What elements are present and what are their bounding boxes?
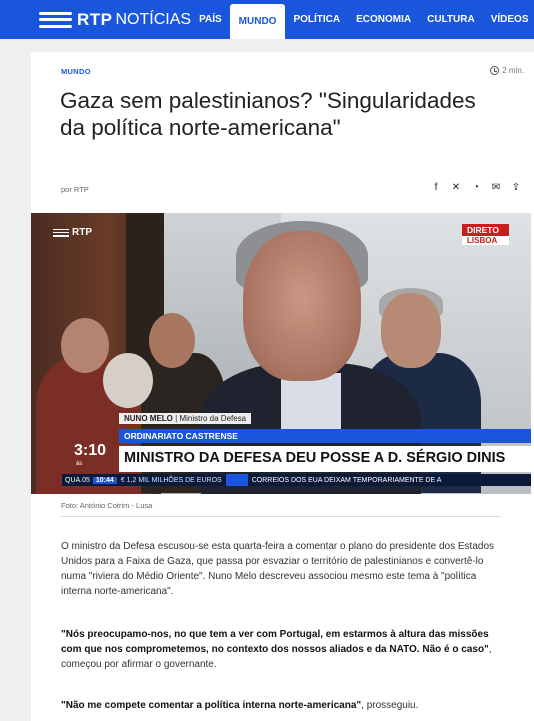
person-foreground-head — [103, 353, 153, 408]
person-priest-head — [149, 313, 195, 368]
person-right-head — [381, 293, 441, 368]
lower-third-headline: MINISTRO DA DEFESA DEU POSSE A D. SÉRGIO… — [119, 446, 531, 472]
article-title: Gaza sem palestinianos? "Singularidades … — [60, 88, 476, 140]
person-left-head — [61, 318, 109, 373]
nav-item-mundo[interactable]: MUNDO — [229, 4, 286, 39]
lower-third-subtitle: ORDINARIATO CASTRENSE — [119, 429, 531, 443]
facebook-icon[interactable]: f — [431, 182, 441, 193]
top-navigation-bar: RTP NOTÍCIAS PAÍS MUNDO POLÍTICA ECONOMI… — [0, 0, 534, 39]
ticker-date: QUA.05 — [62, 476, 93, 484]
photo-logo-text: RTP — [72, 227, 92, 238]
article-card: MUNDO 2 min. Gaza sem palestinianos? "Si… — [31, 52, 534, 721]
name-strip: NUNO MELO | Ministro da Defesa — [119, 413, 252, 424]
byline: por RTP — [61, 185, 89, 194]
rtp-logo-icon — [39, 11, 72, 28]
logo-suffix: NOTÍCIAS — [115, 10, 192, 28]
article-paragraph: O ministro da Defesa escusou-se esta qua… — [61, 539, 496, 599]
paragraph-text: O ministro da Defesa escusou-se esta qua… — [61, 541, 495, 597]
nav-item-cultura[interactable]: CULTURA — [419, 0, 483, 39]
rtp-noticias-logo[interactable]: RTP NOTÍCIAS — [0, 0, 191, 39]
ticker-item: € 1,2 MIL MILHÕES DE EUROS — [120, 476, 222, 484]
nav-item-videos[interactable]: VÍDEOS — [483, 0, 534, 39]
rtp-watermark-icon — [53, 228, 69, 237]
name-strip-name: NUNO MELO — [124, 414, 173, 423]
messenger-icon[interactable]: ◔ — [471, 182, 481, 193]
broadcast-clock: 3:10 às — [62, 442, 119, 477]
photo-rtp-logo: RTP — [53, 227, 92, 238]
read-time: 2 min. — [490, 66, 524, 75]
paragraph-text: , prosseguiu. — [361, 700, 419, 711]
section-label[interactable]: MUNDO — [61, 67, 91, 76]
main-person-head — [243, 231, 361, 381]
live-location: LISBOA — [462, 236, 509, 245]
news-ticker: QUA.05 10:44 € 1,2 MIL MILHÕES DE EUROS … — [62, 474, 531, 486]
article-photo[interactable]: RTP DIRETO LISBOA NUNO MELO | Ministro d… — [31, 213, 531, 494]
ticker-time: 10:44 — [92, 476, 117, 484]
read-time-text: 2 min. — [502, 66, 524, 75]
article-paragraph: "Nós preocupamo-nos, no que tem a ver co… — [61, 627, 496, 672]
broadcast-clock-label: às — [76, 461, 83, 467]
broadcast-clock-time: 3:10 — [74, 442, 107, 459]
logo-brand: RTP — [77, 9, 113, 29]
article-paragraph: "Não me compete comentar a política inte… — [61, 698, 496, 713]
nav-item-pais[interactable]: PAÍS — [191, 0, 230, 39]
name-strip-role: Ministro da Defesa — [179, 414, 247, 423]
x-icon[interactable]: ✕ — [451, 182, 461, 193]
live-badge: DIRETO LISBOA — [462, 224, 509, 245]
share-bar: f ✕ ◔ ✉ ⇪ — [431, 182, 521, 193]
photo-caption: Foto: António Cotrim - Lusa — [61, 501, 153, 510]
ticker-separator — [225, 474, 248, 486]
clock-icon — [490, 66, 500, 75]
ticker-item: CORREIOS DOS EUA DEIXAM TEMPORARIAMENTE … — [251, 476, 442, 484]
share-icon[interactable]: ⇪ — [511, 182, 521, 193]
email-icon[interactable]: ✉ — [491, 182, 501, 193]
main-person-shirt — [281, 373, 341, 433]
main-nav: PAÍS MUNDO POLÍTICA ECONOMIA CULTURA VÍD… — [191, 0, 534, 39]
paragraph-quote: "Nós preocupamo-nos, no que tem a ver co… — [61, 629, 489, 655]
divider — [61, 516, 501, 517]
paragraph-quote: "Não me compete comentar a política inte… — [61, 700, 362, 711]
nav-item-politica[interactable]: POLÍTICA — [285, 0, 348, 39]
nav-item-economia[interactable]: ECONOMIA — [348, 0, 419, 39]
live-label: DIRETO — [462, 224, 509, 236]
